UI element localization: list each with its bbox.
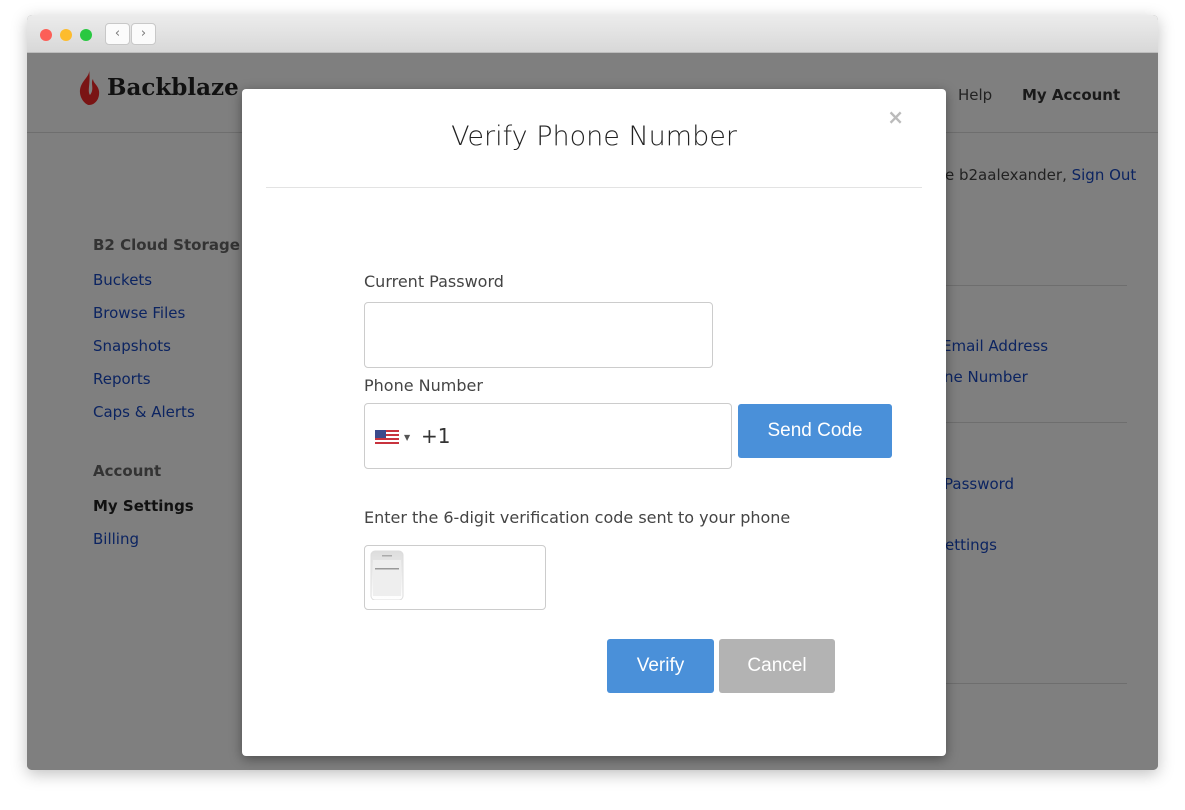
phone-number-input[interactable]: ▼ +1 — [364, 403, 732, 469]
sidebar-item-my-settings[interactable]: My Settings — [93, 497, 194, 515]
maximize-window-button[interactable] — [80, 29, 92, 41]
divider — [945, 285, 1127, 286]
divider — [945, 683, 1127, 684]
sidebar-item-billing[interactable]: Billing — [93, 530, 139, 548]
divider — [266, 187, 922, 188]
flame-icon — [79, 69, 100, 105]
sidebar-item-buckets[interactable]: Buckets — [93, 271, 152, 289]
title-bar: ‹ › — [27, 15, 1158, 53]
email-address-link[interactable]: Email Address — [942, 337, 1048, 355]
close-window-button[interactable] — [40, 29, 52, 41]
close-icon[interactable]: × — [887, 105, 904, 129]
verification-code-label: Enter the 6-digit verification code sent… — [364, 508, 791, 527]
phone-number-label: Phone Number — [364, 376, 483, 395]
country-code: +1 — [421, 424, 451, 448]
divider — [945, 422, 1127, 423]
send-code-button[interactable]: Send Code — [738, 404, 892, 458]
sidebar-item-browse-files[interactable]: Browse Files — [93, 304, 185, 322]
welcome-text: e b2aalexander, Sign Out — [945, 166, 1137, 184]
verification-code-input[interactable] — [364, 545, 546, 610]
current-password-input[interactable] — [364, 302, 713, 368]
nav-my-account[interactable]: My Account — [1022, 86, 1120, 104]
back-button[interactable]: ‹ — [105, 23, 130, 45]
settings-link[interactable]: ettings — [945, 536, 997, 554]
sidebar-item-reports[interactable]: Reports — [93, 370, 151, 388]
phone-number-link[interactable]: ne Number — [944, 368, 1028, 386]
modal-title: Verify Phone Number — [451, 121, 737, 152]
sign-out-link[interactable]: Sign Out — [1072, 166, 1137, 184]
us-flag-icon — [375, 430, 399, 444]
nav-help[interactable]: Help — [958, 86, 992, 104]
logo-text: Backblaze — [107, 73, 239, 101]
minimize-window-button[interactable] — [60, 29, 72, 41]
logo[interactable]: Backblaze — [77, 69, 239, 105]
current-password-label: Current Password — [364, 272, 504, 291]
verify-phone-modal: Verify Phone Number × Current Password P… — [242, 89, 946, 756]
sidebar-item-caps-alerts[interactable]: Caps & Alerts — [93, 403, 195, 421]
chevron-down-icon: ▼ — [404, 432, 411, 442]
country-select[interactable]: ▼ — [375, 430, 410, 444]
phone-icon — [370, 550, 404, 600]
sidebar-item-snapshots[interactable]: Snapshots — [93, 337, 171, 355]
forward-button[interactable]: › — [131, 23, 156, 45]
password-link[interactable]: Password — [944, 475, 1014, 493]
cancel-button[interactable]: Cancel — [719, 639, 835, 693]
verify-button[interactable]: Verify — [607, 639, 714, 693]
sidebar-heading-account: Account — [93, 462, 162, 480]
sidebar-heading-b2: B2 Cloud Storage — [93, 236, 240, 254]
